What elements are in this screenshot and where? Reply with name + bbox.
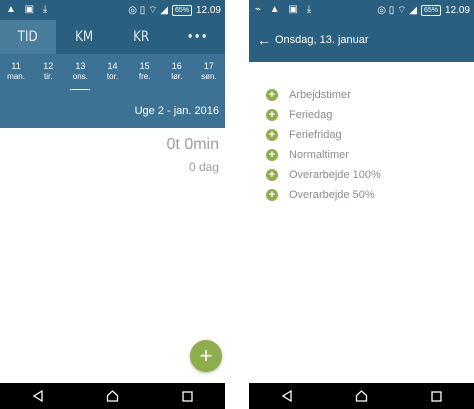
- total-time: 0t 0min: [166, 136, 219, 153]
- battery-icon: 65%: [171, 5, 192, 16]
- notification-icons: ▲ ▣ ⤓: [6, 4, 51, 15]
- status-time: 12.09: [444, 5, 470, 16]
- week-day-strip: 11 man. 12 tir. 13 ons. 14 tor. 15 fre. 16 lør…: [0, 54, 225, 98]
- signal-icons: ◎ ▯ ⌔ ◢: [377, 5, 417, 16]
- tab-tid[interactable]: TID: [0, 20, 57, 54]
- home-nav-icon[interactable]: [101, 387, 125, 405]
- add-circle-icon: +: [266, 89, 278, 101]
- day-15[interactable]: 15 fre.: [129, 54, 161, 98]
- list-item[interactable]: + Overarbejde 100%: [249, 165, 474, 185]
- day-11[interactable]: 11 man.: [0, 54, 32, 98]
- add-circle-icon: +: [266, 129, 278, 141]
- overflow-menu-icon[interactable]: •••: [173, 20, 221, 54]
- item-label: Overarbejde 50%: [289, 189, 375, 201]
- item-label: Feriefridag: [289, 129, 342, 141]
- day-12[interactable]: 12 tir.: [32, 54, 64, 98]
- signal-icons: ◎ ▯ ⌔ ◢: [128, 5, 168, 16]
- app-bar: ← Onsdag, 13. januar: [249, 20, 474, 62]
- item-label: Feriedag: [289, 109, 333, 121]
- item-label: Overarbejde 100%: [289, 169, 381, 181]
- status-bar: ⌁ ▲ ▣ ⤓ ◎ ▯ ⌔ ◢ 65% 12.09: [249, 0, 474, 20]
- recents-nav-icon[interactable]: [425, 387, 449, 405]
- add-circle-icon: +: [266, 149, 278, 161]
- battery-icon: 65%: [420, 5, 441, 16]
- add-circle-icon: +: [266, 109, 278, 121]
- recents-nav-icon[interactable]: [176, 387, 200, 405]
- day-13-selected[interactable]: 13 ons.: [64, 54, 96, 98]
- screen-left: ▲ ▣ ⤓ ◎ ▯ ⌔ ◢ 65% 12.09 TID KM KR ••• 11…: [0, 0, 225, 409]
- list-item[interactable]: + Normaltimer: [249, 145, 474, 165]
- total-days: 0 dag: [188, 160, 219, 174]
- status-time: 12.09: [195, 5, 221, 16]
- item-label: Arbejdstimer: [289, 89, 351, 101]
- page-title: Onsdag, 13. januar: [275, 34, 369, 46]
- add-circle-icon: +: [266, 169, 278, 181]
- back-nav-icon[interactable]: [275, 387, 299, 405]
- entry-type-list: + Arbejdstimer + Feriedag + Feriefridag …: [249, 85, 474, 205]
- tab-bar: TID KM KR •••: [0, 20, 225, 54]
- list-item[interactable]: + Arbejdstimer: [249, 85, 474, 105]
- week-label: Uge 2 - jan. 2016: [134, 105, 219, 117]
- day-16[interactable]: 16 lør.: [161, 54, 193, 98]
- list-item[interactable]: + Feriedag: [249, 105, 474, 125]
- list-item[interactable]: + Overarbejde 50%: [249, 185, 474, 205]
- nav-bar: [0, 383, 225, 409]
- status-bar: ▲ ▣ ⤓ ◎ ▯ ⌔ ◢ 65% 12.09: [0, 0, 225, 20]
- add-entry-button[interactable]: +: [190, 340, 222, 372]
- nav-bar: [249, 383, 474, 409]
- list-item[interactable]: + Feriefridag: [249, 125, 474, 145]
- tab-kr[interactable]: KR: [117, 20, 165, 54]
- back-arrow-icon[interactable]: ←: [257, 32, 271, 48]
- tab-km[interactable]: KM: [60, 20, 108, 54]
- week-bar: Uge 2 - jan. 2016: [0, 98, 225, 128]
- back-nav-icon[interactable]: [26, 387, 50, 405]
- day-14[interactable]: 14 tor.: [96, 54, 128, 98]
- add-circle-icon: +: [266, 189, 278, 201]
- item-label: Normaltimer: [289, 149, 349, 161]
- screen-right: ⌁ ▲ ▣ ⤓ ◎ ▯ ⌔ ◢ 65% 12.09 ← Onsdag, 13. …: [249, 0, 474, 409]
- home-nav-icon[interactable]: [350, 387, 374, 405]
- notification-icons: ⌁ ▲ ▣ ⤓: [255, 4, 315, 15]
- day-17[interactable]: 17 søn.: [193, 54, 225, 98]
